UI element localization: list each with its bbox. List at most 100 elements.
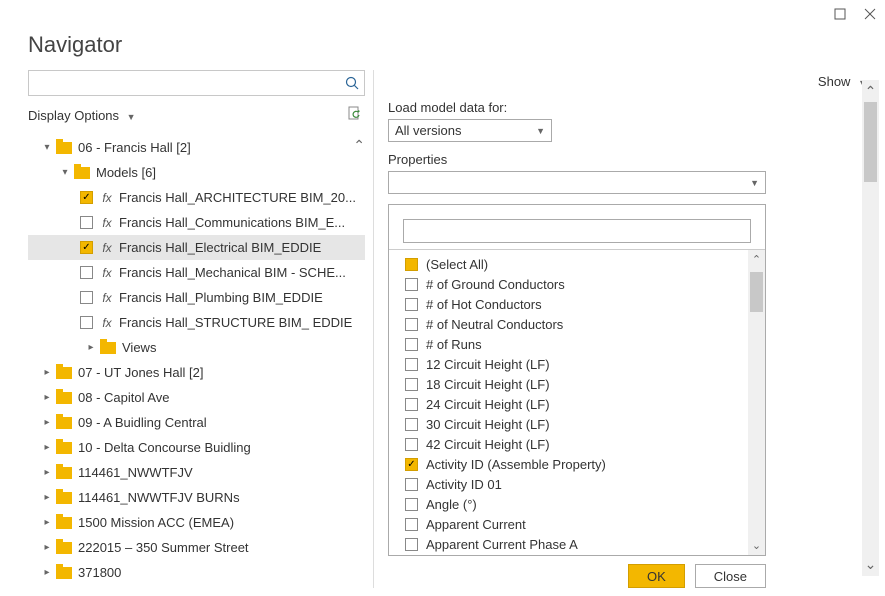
tree-item-label: Francis Hall_Electrical BIM_EDDIE: [119, 240, 365, 255]
chevron-right-icon[interactable]: ▸: [40, 492, 54, 503]
chevron-right-icon[interactable]: ▸: [40, 392, 54, 403]
fx-icon: fx: [99, 216, 115, 230]
tree-folder-item[interactable]: ▸1500 Mission ACC (EMEA): [28, 510, 365, 535]
chevron-right-icon[interactable]: ▸: [40, 567, 54, 578]
properties-label: Properties: [388, 152, 788, 167]
tree-model-item[interactable]: fxFrancis Hall_Communications BIM_E...: [28, 210, 365, 235]
checkbox-icon[interactable]: [405, 278, 418, 291]
tree-folder-models[interactable]: ▾ Models [6]: [28, 160, 365, 185]
search-box[interactable]: [28, 70, 365, 96]
checkbox-icon[interactable]: [405, 358, 418, 371]
checkbox-icon[interactable]: [405, 398, 418, 411]
property-row[interactable]: Activity ID 01: [399, 474, 765, 494]
chevron-down-icon[interactable]: ▾: [58, 167, 72, 178]
window-close-button[interactable]: [861, 5, 879, 23]
checkbox-icon[interactable]: [80, 291, 93, 304]
scroll-up-icon[interactable]: ⌃: [353, 137, 365, 154]
search-icon[interactable]: [340, 76, 364, 90]
checkbox-icon[interactable]: [405, 318, 418, 331]
chevron-right-icon[interactable]: ▸: [40, 542, 54, 553]
scroll-up-icon[interactable]: ⌃: [752, 253, 761, 266]
tree-model-item[interactable]: ✓fxFrancis Hall_Electrical BIM_EDDIE: [28, 235, 365, 260]
checkbox-icon[interactable]: [405, 518, 418, 531]
chevron-right-icon[interactable]: ▸: [40, 517, 54, 528]
load-model-dropdown[interactable]: All versions ▼: [388, 119, 552, 142]
checkbox-partial-icon[interactable]: [405, 258, 418, 271]
property-label: # of Ground Conductors: [426, 277, 565, 292]
ok-button[interactable]: OK: [628, 564, 685, 588]
checkbox-icon[interactable]: [405, 418, 418, 431]
property-row[interactable]: 18 Circuit Height (LF): [399, 374, 765, 394]
checkbox-icon[interactable]: [80, 316, 93, 329]
property-row[interactable]: Apparent Current: [399, 514, 765, 534]
tree-model-item[interactable]: fxFrancis Hall_Mechanical BIM - SCHE...: [28, 260, 365, 285]
checkbox-icon[interactable]: [80, 216, 93, 229]
property-row[interactable]: # of Neutral Conductors: [399, 314, 765, 334]
search-input[interactable]: [29, 76, 340, 91]
checkbox-icon[interactable]: [405, 378, 418, 391]
show-dropdown[interactable]: Show ▼: [818, 74, 867, 588]
tree-item-label: Francis Hall_STRUCTURE BIM_ EDDIE: [119, 315, 365, 330]
tree-model-item[interactable]: fxFrancis Hall_Plumbing BIM_EDDIE: [28, 285, 365, 310]
checkbox-icon[interactable]: [80, 266, 93, 279]
tree-folder-item[interactable]: ▸09 - A Buidling Central: [28, 410, 365, 435]
checkbox-icon[interactable]: [405, 498, 418, 511]
properties-filter-input[interactable]: [403, 219, 751, 243]
property-label: # of Runs: [426, 337, 482, 352]
window-maximize-button[interactable]: [831, 5, 849, 23]
properties-dropdown[interactable]: ▼: [388, 171, 766, 194]
checkbox-icon[interactable]: [405, 338, 418, 351]
tree-folder-item[interactable]: ▸371800: [28, 560, 365, 585]
chevron-right-icon[interactable]: ▸: [40, 467, 54, 478]
tree-folder-item[interactable]: ▸ 222015 – 350 Summer Street: [28, 535, 365, 560]
checkbox-icon[interactable]: ✓: [405, 458, 418, 471]
property-row[interactable]: 12 Circuit Height (LF): [399, 354, 765, 374]
chevron-right-icon[interactable]: ▸: [40, 417, 54, 428]
property-row[interactable]: 24 Circuit Height (LF): [399, 394, 765, 414]
property-row[interactable]: # of Ground Conductors: [399, 274, 765, 294]
tree-model-item[interactable]: fx Francis Hall_STRUCTURE BIM_ EDDIE: [28, 310, 365, 335]
folder-icon: [56, 367, 72, 379]
property-row[interactable]: 30 Circuit Height (LF): [399, 414, 765, 434]
display-options-dropdown[interactable]: Display Options ▼: [28, 108, 136, 123]
tree-model-item[interactable]: ✓fxFrancis Hall_ARCHITECTURE BIM_20...: [28, 185, 365, 210]
checkbox-icon[interactable]: [405, 438, 418, 451]
chevron-right-icon[interactable]: ▸: [40, 367, 54, 378]
checkbox-icon[interactable]: [405, 298, 418, 311]
scrollbar-thumb[interactable]: [864, 102, 877, 182]
tree-folder-item[interactable]: ▸114461_NWWTFJV: [28, 460, 365, 485]
chevron-right-icon[interactable]: ▸: [40, 442, 54, 453]
chevron-right-icon[interactable]: ▸: [84, 342, 98, 353]
checkbox-icon[interactable]: [405, 538, 418, 551]
checkbox-icon[interactable]: [405, 478, 418, 491]
scroll-up-icon[interactable]: ⌃: [865, 83, 877, 100]
tree-folder-item[interactable]: ▸114461_NWWTFJV BURNs: [28, 485, 365, 510]
property-row[interactable]: ✓Activity ID (Assemble Property): [399, 454, 765, 474]
tree-folder-root[interactable]: ▾ 06 - Francis Hall [2]: [28, 135, 365, 160]
scrollbar[interactable]: ⌃ ⌄: [862, 80, 879, 576]
scrollbar-thumb[interactable]: [750, 272, 763, 312]
tree-folder-views[interactable]: ▸ Views: [28, 335, 365, 360]
fx-icon: fx: [99, 316, 115, 330]
select-all-row[interactable]: (Select All): [399, 254, 765, 274]
tree-folder-item[interactable]: ▸10 - Delta Concourse Buidling: [28, 435, 365, 460]
chevron-down-icon[interactable]: ▾: [40, 142, 54, 153]
property-row[interactable]: Angle (°): [399, 494, 765, 514]
property-row[interactable]: Apparent Current Phase A: [399, 534, 765, 554]
scroll-down-icon[interactable]: ⌄: [752, 539, 761, 552]
refresh-icon[interactable]: [347, 106, 363, 125]
tree-folder-item[interactable]: ▸08 - Capitol Ave: [28, 385, 365, 410]
close-button[interactable]: Close: [695, 564, 766, 588]
folder-icon: [56, 542, 72, 554]
tree-folder-item[interactable]: ▸07 - UT Jones Hall [2]: [28, 360, 365, 385]
tree-folder-item[interactable]: ▸400 Beale: [28, 585, 365, 588]
scrollbar[interactable]: ⌃ ⌄: [748, 250, 765, 555]
checkbox-icon[interactable]: ✓: [80, 241, 93, 254]
property-row[interactable]: # of Runs: [399, 334, 765, 354]
property-row[interactable]: 42 Circuit Height (LF): [399, 434, 765, 454]
checkbox-icon[interactable]: ✓: [80, 191, 93, 204]
scroll-down-icon[interactable]: ⌄: [865, 556, 877, 573]
property-row[interactable]: Apparent Current Phase B: [399, 554, 765, 555]
property-row[interactable]: # of Hot Conductors: [399, 294, 765, 314]
tree-item-label: 222015 – 350 Summer Street: [78, 540, 365, 555]
